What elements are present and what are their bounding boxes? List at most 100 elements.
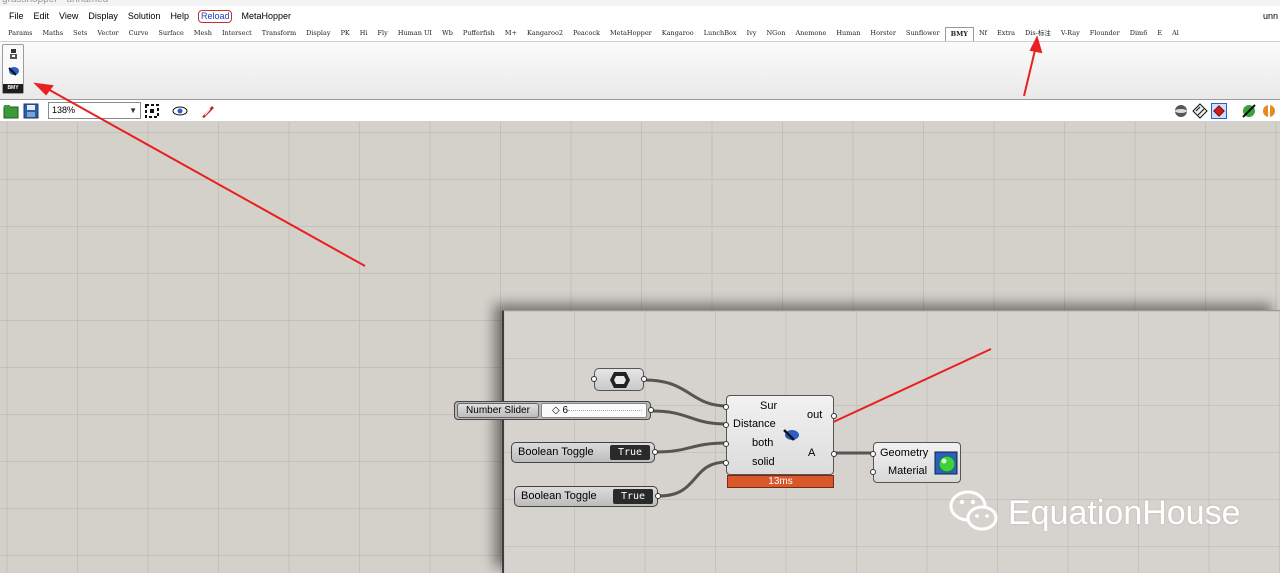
- output-a: A: [808, 447, 816, 459]
- zoom-dropdown[interactable]: 138% ▼: [48, 102, 141, 119]
- window-title: grasshopper - unnamed: [2, 0, 108, 5]
- watermark-text: EquationHouse: [1008, 494, 1241, 532]
- output-grip[interactable]: [831, 413, 837, 419]
- document-name: unn: [1262, 11, 1278, 21]
- input-grip[interactable]: [723, 404, 729, 410]
- tab-al[interactable]: Al: [1167, 27, 1184, 40]
- tab-bmy[interactable]: BMY: [944, 26, 974, 41]
- tab-vector[interactable]: Vector: [92, 27, 123, 40]
- tab-surface[interactable]: Surface: [153, 27, 189, 40]
- tab-transform[interactable]: Transform: [257, 27, 301, 40]
- offset-component[interactable]: Sur Distance both solid out A: [723, 395, 837, 475]
- input-solid: solid: [752, 456, 775, 468]
- tab-mesh[interactable]: Mesh: [189, 27, 217, 40]
- ribbon: BMY: [0, 41, 1280, 100]
- boolean-toggle[interactable]: Boolean Toggle True: [511, 442, 658, 463]
- tab-maths[interactable]: Maths: [37, 27, 68, 40]
- wireframe-mode-icon[interactable]: [1192, 103, 1208, 119]
- save-icon[interactable]: [23, 103, 39, 119]
- chevron-down-icon: ▼: [129, 106, 137, 115]
- slider-track[interactable]: ◇ 6: [541, 403, 647, 418]
- tab-dim6[interactable]: Dim6: [1125, 27, 1153, 40]
- preview-sphere-icon: [934, 451, 958, 475]
- number-slider[interactable]: Number Slider ◇ 6: [454, 401, 654, 420]
- tab-kangaroo[interactable]: Kangaroo: [657, 27, 699, 40]
- menu-display[interactable]: Display: [83, 7, 123, 25]
- tab-anemone[interactable]: Anemone: [790, 27, 831, 40]
- menu-file[interactable]: File: [4, 7, 29, 25]
- tab-nf[interactable]: Nf: [974, 27, 992, 40]
- selected-only-icon[interactable]: [1241, 103, 1257, 119]
- open-file-icon[interactable]: [3, 103, 19, 119]
- tab-ngon[interactable]: NGon: [761, 27, 790, 40]
- menu-edit[interactable]: Edit: [29, 7, 55, 25]
- tab-hi[interactable]: Hi: [355, 27, 373, 40]
- tab-pk[interactable]: PK: [336, 27, 355, 40]
- slider-label: Number Slider: [457, 403, 539, 418]
- preview-eye-icon[interactable]: [172, 103, 188, 119]
- tab-dis-[interactable]: Dis-标注: [1020, 27, 1056, 40]
- document-preview-icon[interactable]: [1261, 103, 1277, 119]
- tab-sunflower[interactable]: Sunflower: [901, 27, 945, 40]
- profiler-time: 13ms: [727, 475, 834, 488]
- input-grip[interactable]: [723, 422, 729, 428]
- boolean-toggle[interactable]: Boolean Toggle True: [514, 486, 661, 507]
- menu-view[interactable]: View: [54, 7, 83, 25]
- input-grip[interactable]: [870, 469, 876, 475]
- tab-flounder[interactable]: Flounder: [1085, 27, 1125, 40]
- input-geometry: Geometry: [880, 447, 929, 459]
- canvas-toolbar: 138% ▼: [0, 100, 1280, 122]
- menubar: File Edit View Display Solution Help Rel…: [0, 6, 1280, 26]
- robot-icon[interactable]: [7, 48, 20, 61]
- toggle-value[interactable]: True: [613, 489, 653, 504]
- sketch-pen-icon[interactable]: [200, 103, 216, 119]
- zoom-extents-icon[interactable]: [144, 103, 160, 119]
- input-grip[interactable]: [591, 376, 597, 382]
- tab-m-[interactable]: M+: [500, 27, 522, 40]
- custom-preview-component[interactable]: Geometry Material: [870, 442, 961, 483]
- tab-extra[interactable]: Extra: [992, 27, 1020, 40]
- tab-intersect[interactable]: Intersect: [217, 27, 257, 40]
- input-sur: Sur: [760, 400, 778, 412]
- input-both: both: [752, 437, 774, 449]
- input-grip[interactable]: [723, 460, 729, 466]
- input-grip[interactable]: [870, 451, 876, 457]
- tab-metahopper[interactable]: MetaHopper: [605, 27, 657, 40]
- toggle-label: Boolean Toggle: [518, 446, 594, 458]
- menu-solution[interactable]: Solution: [123, 7, 166, 25]
- tab-kangaroo2[interactable]: Kangaroo2: [522, 27, 568, 40]
- tab-v-ray[interactable]: V-Ray: [1056, 27, 1085, 40]
- tab-peacock[interactable]: Peacock: [568, 27, 605, 40]
- tab-e[interactable]: E: [1152, 27, 1167, 40]
- menu-reload[interactable]: Reload: [197, 9, 233, 23]
- output-grip[interactable]: [831, 451, 837, 457]
- tab-sets[interactable]: Sets: [68, 27, 92, 40]
- shaded-mode-icon[interactable]: [1211, 103, 1227, 119]
- wechat-logo: [949, 490, 998, 531]
- tab-human-ui[interactable]: Human UI: [393, 27, 437, 40]
- output-grip[interactable]: [648, 407, 654, 413]
- slider-diamond: ◇: [552, 405, 560, 416]
- input-grip[interactable]: [723, 441, 729, 447]
- tab-display[interactable]: Display: [301, 27, 335, 40]
- tab-human[interactable]: Human: [831, 27, 865, 40]
- tab-curve[interactable]: Curve: [124, 27, 154, 40]
- surface-param[interactable]: [591, 368, 647, 391]
- toggle-value[interactable]: True: [610, 445, 650, 460]
- output-grip[interactable]: [652, 449, 658, 455]
- surface-param-icon: [610, 372, 630, 388]
- tab-pufferfish[interactable]: Pufferfish: [458, 27, 500, 40]
- slider-dots: [568, 410, 642, 411]
- tab-params[interactable]: Params: [3, 27, 37, 40]
- offset-surface-icon[interactable]: [7, 64, 20, 77]
- tab-fly[interactable]: Fly: [373, 27, 393, 40]
- menu-metahopper[interactable]: MetaHopper: [236, 7, 296, 25]
- tab-wb[interactable]: Wb: [437, 27, 458, 40]
- menu-help[interactable]: Help: [165, 7, 194, 25]
- tab-horster[interactable]: Horster: [865, 27, 901, 40]
- tab-ivy[interactable]: Ivy: [742, 27, 762, 40]
- output-grip[interactable]: [641, 376, 647, 382]
- preview-mode-icon[interactable]: [1173, 103, 1189, 119]
- tab-lunchbox[interactable]: LunchBox: [699, 27, 742, 40]
- output-grip[interactable]: [655, 493, 661, 499]
